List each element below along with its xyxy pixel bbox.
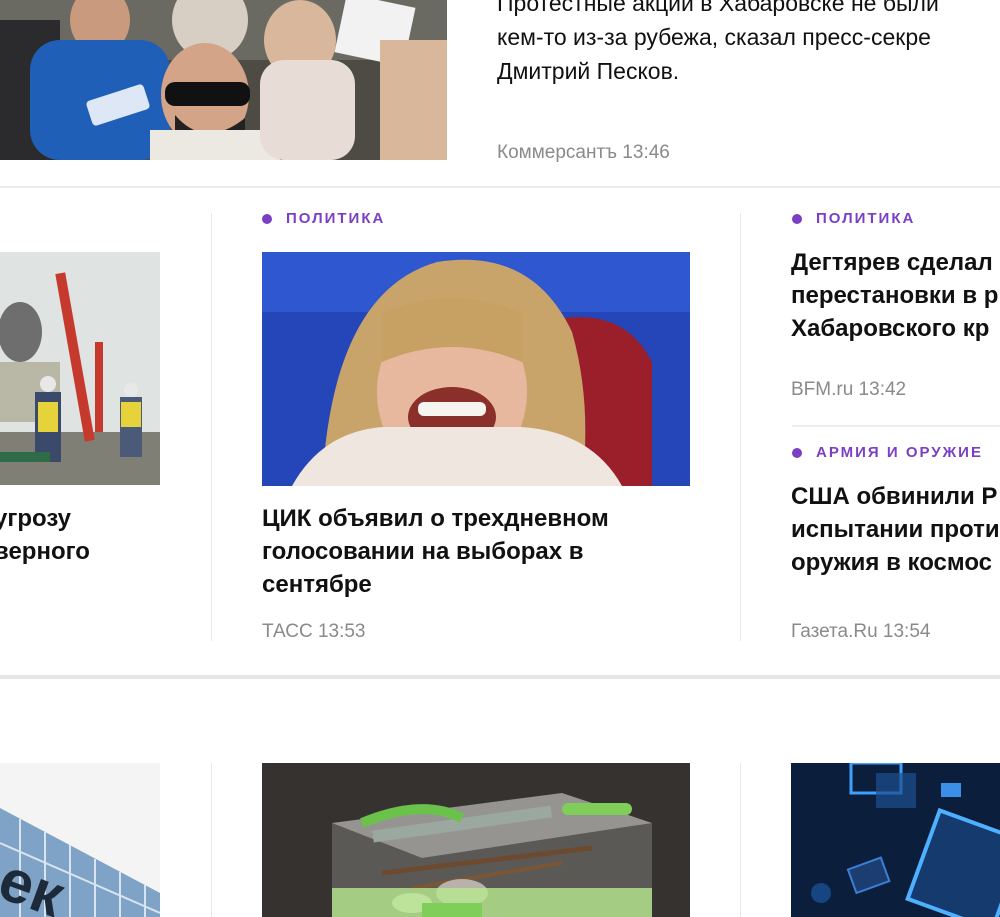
- rubric-label: ПОЛИТИКА: [816, 210, 916, 227]
- top-story-source[interactable]: Коммерсантъ 13:46: [497, 142, 670, 164]
- tech-cubes-image: [791, 763, 1000, 917]
- rubric-dot-icon: [792, 447, 802, 458]
- section-separator: [0, 675, 1000, 679]
- formicarium-image: [262, 763, 690, 917]
- laughing-woman-image: [262, 252, 690, 486]
- headline-line: оружия в космос: [791, 549, 993, 576]
- rubric-army[interactable]: АРМИЯ И ОРУЖИЕ: [792, 444, 983, 461]
- top-story-text[interactable]: Протестные акции в Хабаровске не были ке…: [497, 0, 1000, 88]
- right-top-source[interactable]: BFM.ru 13:42: [791, 379, 906, 401]
- rubric-politics[interactable]: ПОЛИТИКА: [262, 210, 385, 227]
- row2-center-photo[interactable]: [262, 763, 690, 917]
- headline-line: верного: [0, 538, 90, 565]
- rubric-politics[interactable]: ПОЛИТИКА: [792, 210, 915, 227]
- headline-line: голосовании на выборах в: [262, 538, 584, 565]
- center-card-photo[interactable]: [262, 252, 690, 486]
- center-card-source[interactable]: ТАСС 13:53: [262, 621, 366, 643]
- left-card-headline[interactable]: угрозу верного: [0, 502, 90, 568]
- right-bottom-source[interactable]: Газета.Ru 13:54: [791, 621, 930, 643]
- separator: [0, 186, 1000, 188]
- rubric-dot-icon: [262, 213, 272, 224]
- column-divider: [740, 763, 741, 917]
- left-card-photo[interactable]: [0, 252, 160, 485]
- top-story-line: Дмитрий Песков.: [497, 58, 680, 84]
- protest-crowd-image: [0, 0, 447, 160]
- headline-line: Хабаровского кр: [791, 315, 990, 342]
- headline-line: угрозу: [0, 505, 72, 532]
- headline-line: сентябре: [262, 571, 372, 598]
- headline-line: испытании проти: [791, 516, 1000, 543]
- rubric-dot-icon: [792, 213, 802, 224]
- headline-line: Дегтярев сделал: [791, 249, 993, 276]
- center-card-headline[interactable]: ЦИК объявил о трехдневном голосовании на…: [262, 502, 609, 601]
- construction-site-image: [0, 252, 160, 485]
- rubric-label: ПОЛИТИКА: [286, 210, 386, 227]
- top-story-photo[interactable]: [0, 0, 447, 160]
- top-story-line: кем-то из-за рубежа, сказал пресс-секре: [497, 24, 931, 50]
- row2-right-photo[interactable]: [791, 763, 1000, 917]
- headline-line: ЦИК объявил о трехдневном: [262, 505, 609, 532]
- rubric-label: АРМИЯ И ОРУЖИЕ: [816, 444, 983, 461]
- headline-line: перестановки в р: [791, 282, 999, 309]
- right-bottom-headline[interactable]: США обвинили Р испытании проти оружия в …: [791, 480, 1000, 579]
- top-story-line: Протестные акции в Хабаровске не были: [497, 0, 939, 16]
- headline-line: США обвинили Р: [791, 483, 998, 510]
- column-divider: [211, 763, 212, 917]
- column-divider: [211, 213, 212, 641]
- right-top-headline[interactable]: Дегтярев сделал перестановки в р Хабаров…: [791, 246, 998, 345]
- separator: [792, 425, 1000, 427]
- row2-left-photo[interactable]: ек: [0, 763, 160, 917]
- column-divider: [740, 213, 741, 641]
